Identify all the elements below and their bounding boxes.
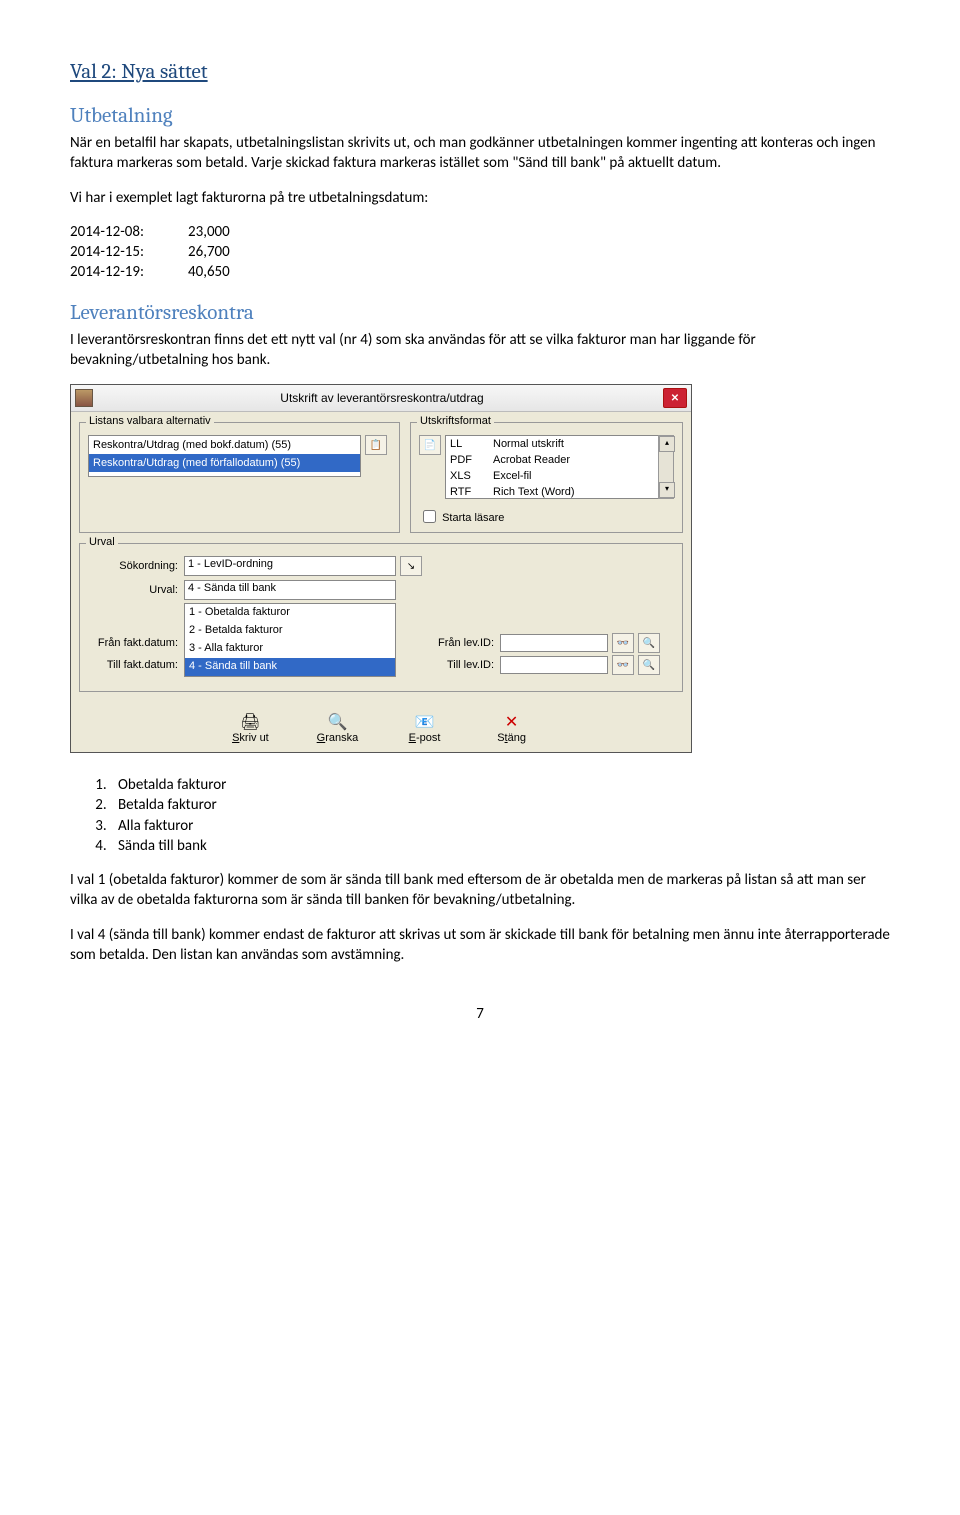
magnifier-icon: 🔍	[307, 712, 367, 732]
dialog-title: Utskrift av leverantörsreskontra/utdrag	[101, 391, 663, 405]
list-item-selected[interactable]: Reskontra/Utdrag (med förfallodatum) (55…	[89, 454, 360, 472]
date-1: 2014-12-08:	[70, 222, 166, 242]
start-reader-row: Starta läsare	[419, 505, 674, 524]
label-tilllev: Till lev.ID:	[424, 659, 500, 671]
print-dialog: Utskrift av leverantörsreskontra/utdrag …	[70, 384, 692, 753]
fmt-desc: Rich Text (Word)	[489, 484, 673, 499]
btn-epost-rest: -post	[416, 732, 440, 744]
preview-button[interactable]: 🔍 Granska	[307, 712, 367, 744]
list-item: Obetalda fakturor	[110, 775, 890, 795]
para-leverantors-1: I leverantörsreskontran finns det ett ny…	[70, 330, 890, 371]
copy-button[interactable]: 📋	[365, 435, 387, 455]
scroll-down-button[interactable]: ▾	[659, 482, 675, 498]
amount-1: 23,000	[188, 222, 230, 242]
fmt-desc: Normal utskrift	[489, 436, 673, 452]
fmt-code: RTF	[446, 484, 489, 499]
dialog-titlebar: Utskrift av leverantörsreskontra/utdrag …	[71, 385, 691, 412]
para-after-1: I val 1 (obetalda fakturor) kommer de so…	[70, 870, 890, 911]
start-reader-label: Starta läsare	[442, 512, 504, 524]
date-amount-list: 2014-12-08: 23,000 2014-12-15: 26,700 2014…	[70, 222, 890, 283]
group-output-format: Utskriftsformat 📄 LLNormal utskrift PDFA…	[410, 422, 683, 533]
close-x-icon: ✕	[482, 712, 542, 732]
binoculars-icon[interactable]: 👓	[612, 633, 634, 653]
option-enumeration: Obetalda fakturor Betalda fakturor Alla …	[110, 775, 890, 856]
para-utbetalning-1: När en betalfil har skapats, utbetalning…	[70, 133, 890, 174]
button-bar: 🖨 Skriv ut 🔍 Granska 📧 E-post ✕ Stäng	[79, 704, 683, 744]
fmt-code: PDF	[446, 452, 489, 468]
app-icon	[75, 389, 93, 407]
print-button[interactable]: 🖨 Skriv ut	[220, 712, 280, 744]
list-alternatives[interactable]: Reskontra/Utdrag (med bokf.datum) (55) R…	[88, 435, 361, 477]
close-button[interactable]: ✕	[663, 388, 687, 408]
heading-utbetalning: Utbetalning	[70, 104, 890, 128]
list-item: Sända till bank	[110, 836, 890, 856]
page-number: 7	[70, 1005, 890, 1023]
group-list-legend: Listans valbara alternativ	[86, 415, 214, 427]
zoom-icon[interactable]: 🔍	[638, 655, 660, 675]
para-utbetalning-2: Vi har i exemplet lagt fakturorna på tre…	[70, 188, 890, 208]
label-tillfakt: Till fakt.datum:	[88, 659, 184, 671]
label-sokordning: Sökordning:	[88, 560, 184, 572]
group-list-alternatives: Listans valbara alternativ Reskontra/Utd…	[79, 422, 400, 533]
format-list[interactable]: LLNormal utskrift PDFAcrobat Reader XLSE…	[445, 435, 674, 499]
scrollbar[interactable]: ▴ ▾	[658, 435, 674, 499]
start-reader-checkbox[interactable]	[423, 510, 436, 523]
label-franlev: Från lev.ID:	[424, 637, 500, 649]
input-tilllev[interactable]	[500, 656, 608, 674]
para-after-2: I val 4 (sända till bank) kommer endast …	[70, 925, 890, 966]
email-button[interactable]: 📧 E-post	[395, 712, 455, 744]
btn-stang-rest: äng	[508, 732, 526, 744]
heading-leverantorsreskontra: Leverantörsreskontra	[70, 301, 890, 325]
email-icon: 📧	[395, 712, 455, 732]
fmt-desc: Excel-fil	[489, 468, 673, 484]
label-urval: Urval:	[88, 584, 184, 596]
date-3: 2014-12-19:	[70, 262, 166, 282]
fmt-code: LL	[446, 436, 489, 452]
amount-3: 40,650	[188, 262, 230, 282]
close-button-bottom[interactable]: ✕ Stäng	[482, 712, 542, 744]
fmt-code: XLS	[446, 468, 489, 484]
heading-val2: Val 2: Nya sättet	[70, 60, 890, 84]
group-urval: Urval Sökordning: 1 - LevID-ordning ↘ Ur…	[79, 543, 683, 692]
fmt-desc: Acrobat Reader	[489, 452, 673, 468]
btn-granska-rest: ranska	[325, 732, 358, 744]
btn-print-rest: kriv ut	[239, 732, 268, 744]
dropdown-sokordning[interactable]: 1 - LevID-ordning	[184, 556, 396, 576]
urval-option[interactable]: 1 - Obetalda fakturor	[185, 604, 395, 622]
list-item[interactable]: Reskontra/Utdrag (med bokf.datum) (55)	[89, 436, 360, 454]
binoculars-icon[interactable]: 👓	[612, 655, 634, 675]
zoom-icon[interactable]: 🔍	[638, 633, 660, 653]
printer-icon: 🖨	[220, 712, 280, 732]
format-icon: 📄	[419, 435, 441, 455]
date-2: 2014-12-15:	[70, 242, 166, 262]
group-urval-legend: Urval	[86, 536, 118, 548]
scroll-up-button[interactable]: ▴	[659, 436, 675, 452]
amount-2: 26,700	[188, 242, 230, 262]
list-item: Betalda fakturor	[110, 795, 890, 815]
group-format-legend: Utskriftsformat	[417, 415, 494, 427]
list-item: Alla fakturor	[110, 816, 890, 836]
dropdown-urval[interactable]: 4 - Sända till bank	[184, 580, 396, 600]
label-franfakt: Från fakt.datum:	[88, 637, 184, 649]
input-franlev[interactable]	[500, 634, 608, 652]
